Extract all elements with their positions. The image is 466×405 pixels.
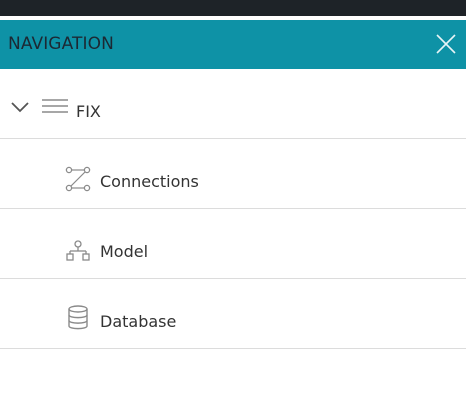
chevron-down-icon[interactable]	[10, 101, 30, 113]
navigation-title: NAVIGATION	[8, 34, 114, 54]
tree-item-label: Database	[100, 312, 177, 331]
database-icon	[68, 305, 88, 330]
close-icon	[436, 34, 456, 54]
navigation-header: NAVIGATION	[0, 20, 466, 69]
tree-item-fix[interactable]: FIX	[0, 69, 466, 139]
window-top-bar	[0, 0, 466, 16]
tree-item-label: Connections	[100, 172, 199, 191]
navigation-tree: FIX Connections Model Database	[0, 69, 466, 405]
tree-item-label: Model	[100, 242, 149, 261]
tree-item-database[interactable]: Database	[0, 279, 466, 349]
connections-icon	[65, 166, 91, 192]
close-button[interactable]	[434, 32, 458, 56]
hamburger-icon	[42, 99, 68, 113]
tree-item-connections[interactable]: Connections	[0, 139, 466, 209]
tree-item-model[interactable]: Model	[0, 209, 466, 279]
hierarchy-icon	[66, 240, 90, 261]
tree-item-label: FIX	[76, 102, 101, 121]
